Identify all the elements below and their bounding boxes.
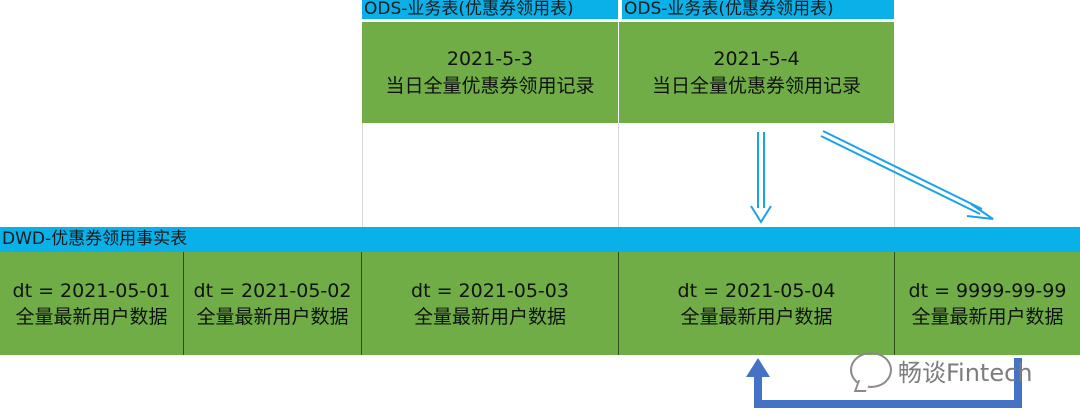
wechat-icon (850, 352, 892, 388)
arrow-ods-to-dwd-0504 (750, 132, 772, 224)
arrow-head-up (746, 358, 770, 377)
watermark-text: 畅谈Fintech (898, 358, 1033, 387)
arrow-ods-to-dwd-9999 (820, 130, 994, 220)
watermark: 畅谈Fintech (850, 352, 1033, 388)
